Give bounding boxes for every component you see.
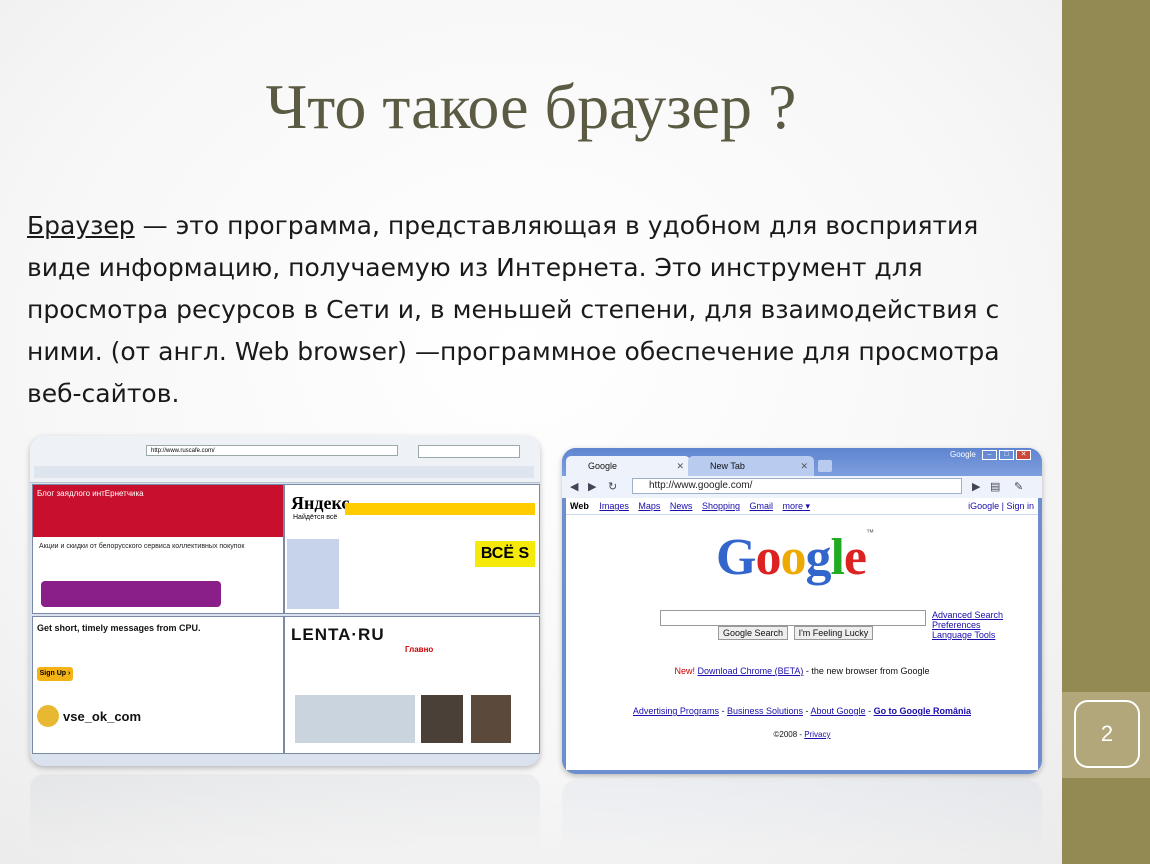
link-more: more ▾ [782,501,811,511]
lenta-photo-1 [421,695,463,743]
browser-screenshot-multipane: http://www.ruscafe.com/ Блог заядлого ин… [30,436,540,766]
blog-title: Блог заядлого интЕрнетчика [37,489,144,498]
link-advanced-search: Advanced Search [932,610,1004,620]
google-page: Web Images Maps News Shopping Gmail more… [566,498,1038,770]
link-shopping: Shopping [701,501,740,511]
s1-search-box [418,445,520,458]
new-tab-icon [818,460,832,472]
link-privacy: Privacy [804,730,831,739]
chrome-tab-strip: Google ✕ New Tab ✕ Google – □ ✕ [562,448,1042,476]
tab-google-label: Google [588,461,618,471]
screenshot1-reflection [30,774,540,854]
lenta-photo-plane [295,695,415,743]
google-search-button: Google Search [718,626,789,640]
promo-link: Download Chrome (BETA) [697,666,804,676]
pane-lenta: LENTA·RU Главно [284,616,540,754]
window-close-icon: ✕ [1016,450,1031,460]
logo-letter: o [755,529,781,586]
logo-letter: l [830,529,844,586]
link-google-romania: Go to Google România [873,706,972,716]
yandex-search-bar [345,503,535,515]
s1-address-bar: http://www.ruscafe.com/ [146,445,398,456]
pane-blog: Блог заядлого интЕрнетчика Акции и скидк… [32,484,284,614]
tab-google: Google ✕ [566,456,690,476]
page-menu-icon: ▤ [990,481,1001,493]
link-preferences: Preferences [932,620,981,630]
address-bar: http://www.google.com/ [632,478,962,494]
promo-new: New! [674,666,696,676]
slide-paragraph: Браузер — это программа, представляющая … [27,205,1047,415]
maximize-icon: □ [999,450,1014,460]
definition-text: — это программа, представляющая в удобно… [27,211,1000,408]
window-title: Google [950,450,976,459]
logo-letter: e [843,529,867,586]
minimize-icon: – [982,450,997,460]
blog-header: Блог заядлого интЕрнетчика [33,485,283,537]
page-number: 2 [1100,721,1114,746]
forward-icon: ▶ [588,481,597,493]
logo-tm: ™ [866,528,874,537]
chrome-toolbar: ◀ ▶ ↻ http://www.google.com/ ▶ ▤ ✎ [562,476,1042,498]
google-top-links: Web Images Maps News Shopping Gmail more… [570,501,817,512]
link-maps: Maps [638,501,661,511]
google-copyright: ©2008 - Privacy [566,730,1038,739]
twitter-heading: Get short, timely messages from CPU. [37,623,201,633]
page-number-badge: 2 [1062,692,1150,778]
lenta-main: Главно [405,645,434,654]
link-news: News [669,501,693,511]
yandex-tagline: Найдётся всё [293,514,338,521]
blog-ad-banner [41,581,221,607]
slide-title: Что такое браузер ? [265,71,797,142]
copyright-text: ©2008 - [773,730,805,739]
term-browser: Браузер [27,211,135,240]
google-footer-links: Advertising Programs - Business Solution… [632,706,972,716]
link-about: About Google [810,706,866,716]
feeling-lucky-button: I'm Feeling Lucky [793,626,874,640]
link-images: Images [599,501,629,511]
logo-letter: G [716,529,756,586]
yandex-side-panel [287,539,339,609]
s1-tab-strip [34,466,534,478]
screenshot2-reflection [562,780,1042,854]
twitter-name: vse_ok_com [63,709,142,724]
twitter-signup-button: Sign Up › [37,667,73,681]
close-icon: ✕ [676,461,684,471]
yandex-banner: ВСЁ S [475,541,535,567]
blog-news: Акции и скидки от белорусского сервиса к… [39,543,245,550]
tab-new-label: New Tab [710,461,745,471]
google-promo: New! Download Chrome (BETA) - the new br… [566,666,1038,676]
back-icon: ◀ [570,481,579,493]
lenta-photo-2 [471,695,511,743]
google-buttons: Google Search I'm Feeling Lucky [718,626,876,640]
google-logo: Google™ [716,528,874,587]
google-signin-links: iGoogle | Sign in [968,501,1034,511]
wrench-icon: ✎ [1014,481,1024,493]
twitter-avatar [37,705,59,727]
reload-icon: ↻ [608,481,618,493]
logo-letter: g [805,529,831,586]
link-language-tools: Language Tools [932,630,996,640]
s1-toolbar: http://www.ruscafe.com/ [30,436,540,483]
logo-letter: o [780,529,806,586]
link-web: Web [570,501,589,511]
google-divider [566,514,1038,515]
close-icon: ✕ [800,461,808,471]
tab-new: New Tab ✕ [688,456,814,476]
link-advertising: Advertising Programs [632,706,719,716]
link-business: Business Solutions [726,706,803,716]
google-search-input [660,610,926,626]
lenta-logo: LENTA·RU [291,625,385,644]
pane-yandex: Яндекс Найдётся всё ВСЁ S [284,484,540,614]
go-icon: ▶ [972,481,981,493]
pane-twitter: Get short, timely messages from CPU. Sig… [32,616,284,754]
browser-screenshot-chrome: Google ✕ New Tab ✕ Google – □ ✕ ◀ ▶ ↻ http… [562,448,1042,774]
google-side-links: Advanced Search Preferences Language Too… [932,610,1003,640]
promo-rest: - the new browser from Google [803,666,930,676]
link-gmail: Gmail [749,501,774,511]
